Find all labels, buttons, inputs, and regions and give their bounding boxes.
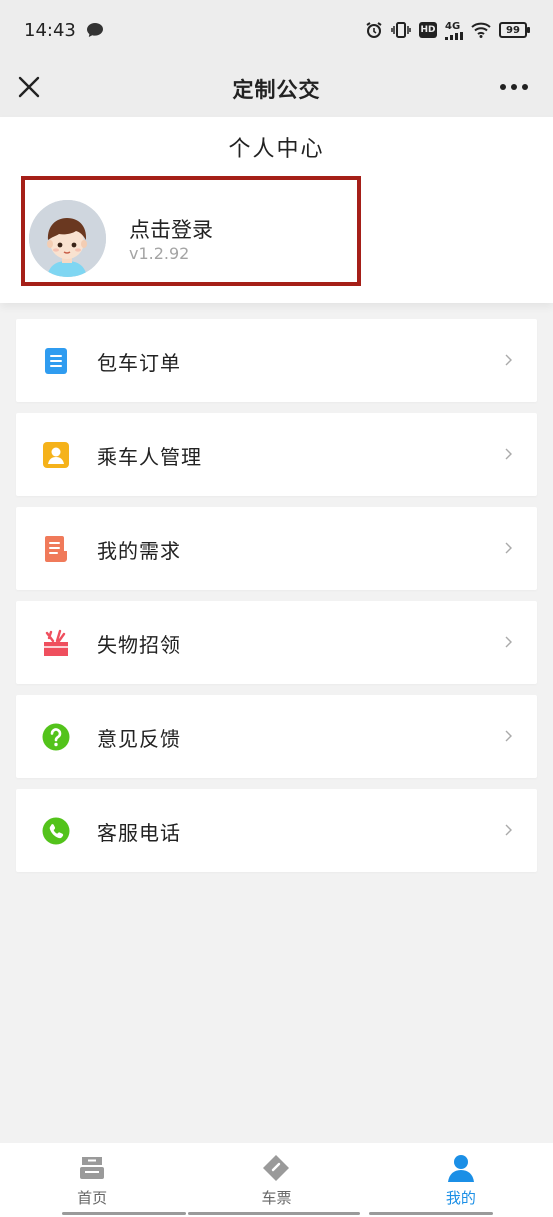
tab-divider [188, 1212, 361, 1215]
profile-panel: 个人中心 点击登录 v1.2.92 [0, 117, 553, 303]
app-version: v1.2.92 [129, 244, 190, 263]
profile-person-icon [447, 1155, 474, 1182]
tab-label: 车票 [261, 1189, 292, 1207]
phone-icon [42, 817, 70, 845]
chevron-right-icon [505, 448, 512, 460]
menu-item-label: 我的需求 [97, 539, 181, 563]
chevron-right-icon [505, 354, 512, 366]
login-label[interactable]: 点击登录 [129, 214, 213, 244]
tab-tickets[interactable]: 车票 [184, 1143, 368, 1217]
wifi-icon [471, 22, 491, 38]
menu-item-label: 包车订单 [97, 351, 181, 375]
chevron-right-icon [505, 730, 512, 742]
more-dot-icon [500, 84, 506, 90]
feedback-question-icon [42, 723, 70, 751]
menu-item-label: 意见反馈 [97, 727, 181, 751]
menu-item-feedback[interactable]: 意见反馈 [16, 695, 537, 778]
close-icon [18, 76, 40, 98]
ticket-icon [263, 1155, 290, 1181]
request-list-icon [45, 536, 67, 562]
tab-my-profile[interactable]: 我的 [368, 1143, 553, 1217]
nav-title: 定制公交 [232, 77, 321, 102]
menu-list: 包车订单 乘车人管理 我的需求 失物招领 意见反馈 客服电话 [16, 319, 537, 883]
hd-badge: HD [419, 22, 437, 38]
home-bus-icon [80, 1157, 105, 1179]
tab-divider [62, 1212, 186, 1215]
passenger-person-icon [43, 442, 69, 468]
bottom-tab-bar: 首页 车票 我的 [0, 1143, 553, 1217]
battery-indicator: 99 [499, 22, 530, 38]
tab-home[interactable]: 首页 [0, 1143, 186, 1217]
tab-divider [368, 1212, 493, 1215]
chevron-right-icon [505, 636, 512, 648]
menu-item-lost-and-found[interactable]: 失物招领 [16, 601, 537, 684]
status-bar: 14:43 HD 4G 99 [0, 0, 553, 60]
menu-item-my-requests[interactable]: 我的需求 [16, 507, 537, 590]
more-dot-icon [511, 84, 517, 90]
menu-item-charter-orders[interactable]: 包车订单 [16, 319, 537, 402]
tab-label: 我的 [445, 1189, 476, 1207]
alarm-clock-icon [365, 21, 383, 39]
close-button[interactable] [16, 74, 42, 100]
chevron-right-icon [505, 824, 512, 836]
more-dot-icon [522, 84, 528, 90]
signal-icon: 4G [445, 21, 463, 40]
lost-found-box-icon [44, 629, 68, 656]
page-title: 个人中心 [228, 137, 325, 162]
network-type: 4G [445, 20, 461, 32]
tab-label: 首页 [77, 1189, 108, 1207]
chevron-right-icon [505, 542, 512, 554]
avatar[interactable] [29, 200, 106, 277]
menu-item-passenger-management[interactable]: 乘车人管理 [16, 413, 537, 496]
more-options-button[interactable] [497, 74, 531, 100]
chat-bubble-icon [86, 22, 104, 38]
avatar-boy-icon [29, 200, 106, 277]
menu-item-label: 客服电话 [97, 821, 181, 845]
menu-item-customer-service-phone[interactable]: 客服电话 [16, 789, 537, 872]
status-time: 14:43 [24, 19, 76, 41]
top-nav-bar: 定制公交 [0, 60, 553, 117]
vibrate-icon [391, 22, 411, 38]
menu-item-label: 乘车人管理 [97, 445, 202, 469]
login-entry[interactable]: 点击登录 v1.2.92 [21, 176, 361, 286]
menu-item-label: 失物招领 [97, 633, 181, 657]
order-document-icon [45, 348, 67, 374]
